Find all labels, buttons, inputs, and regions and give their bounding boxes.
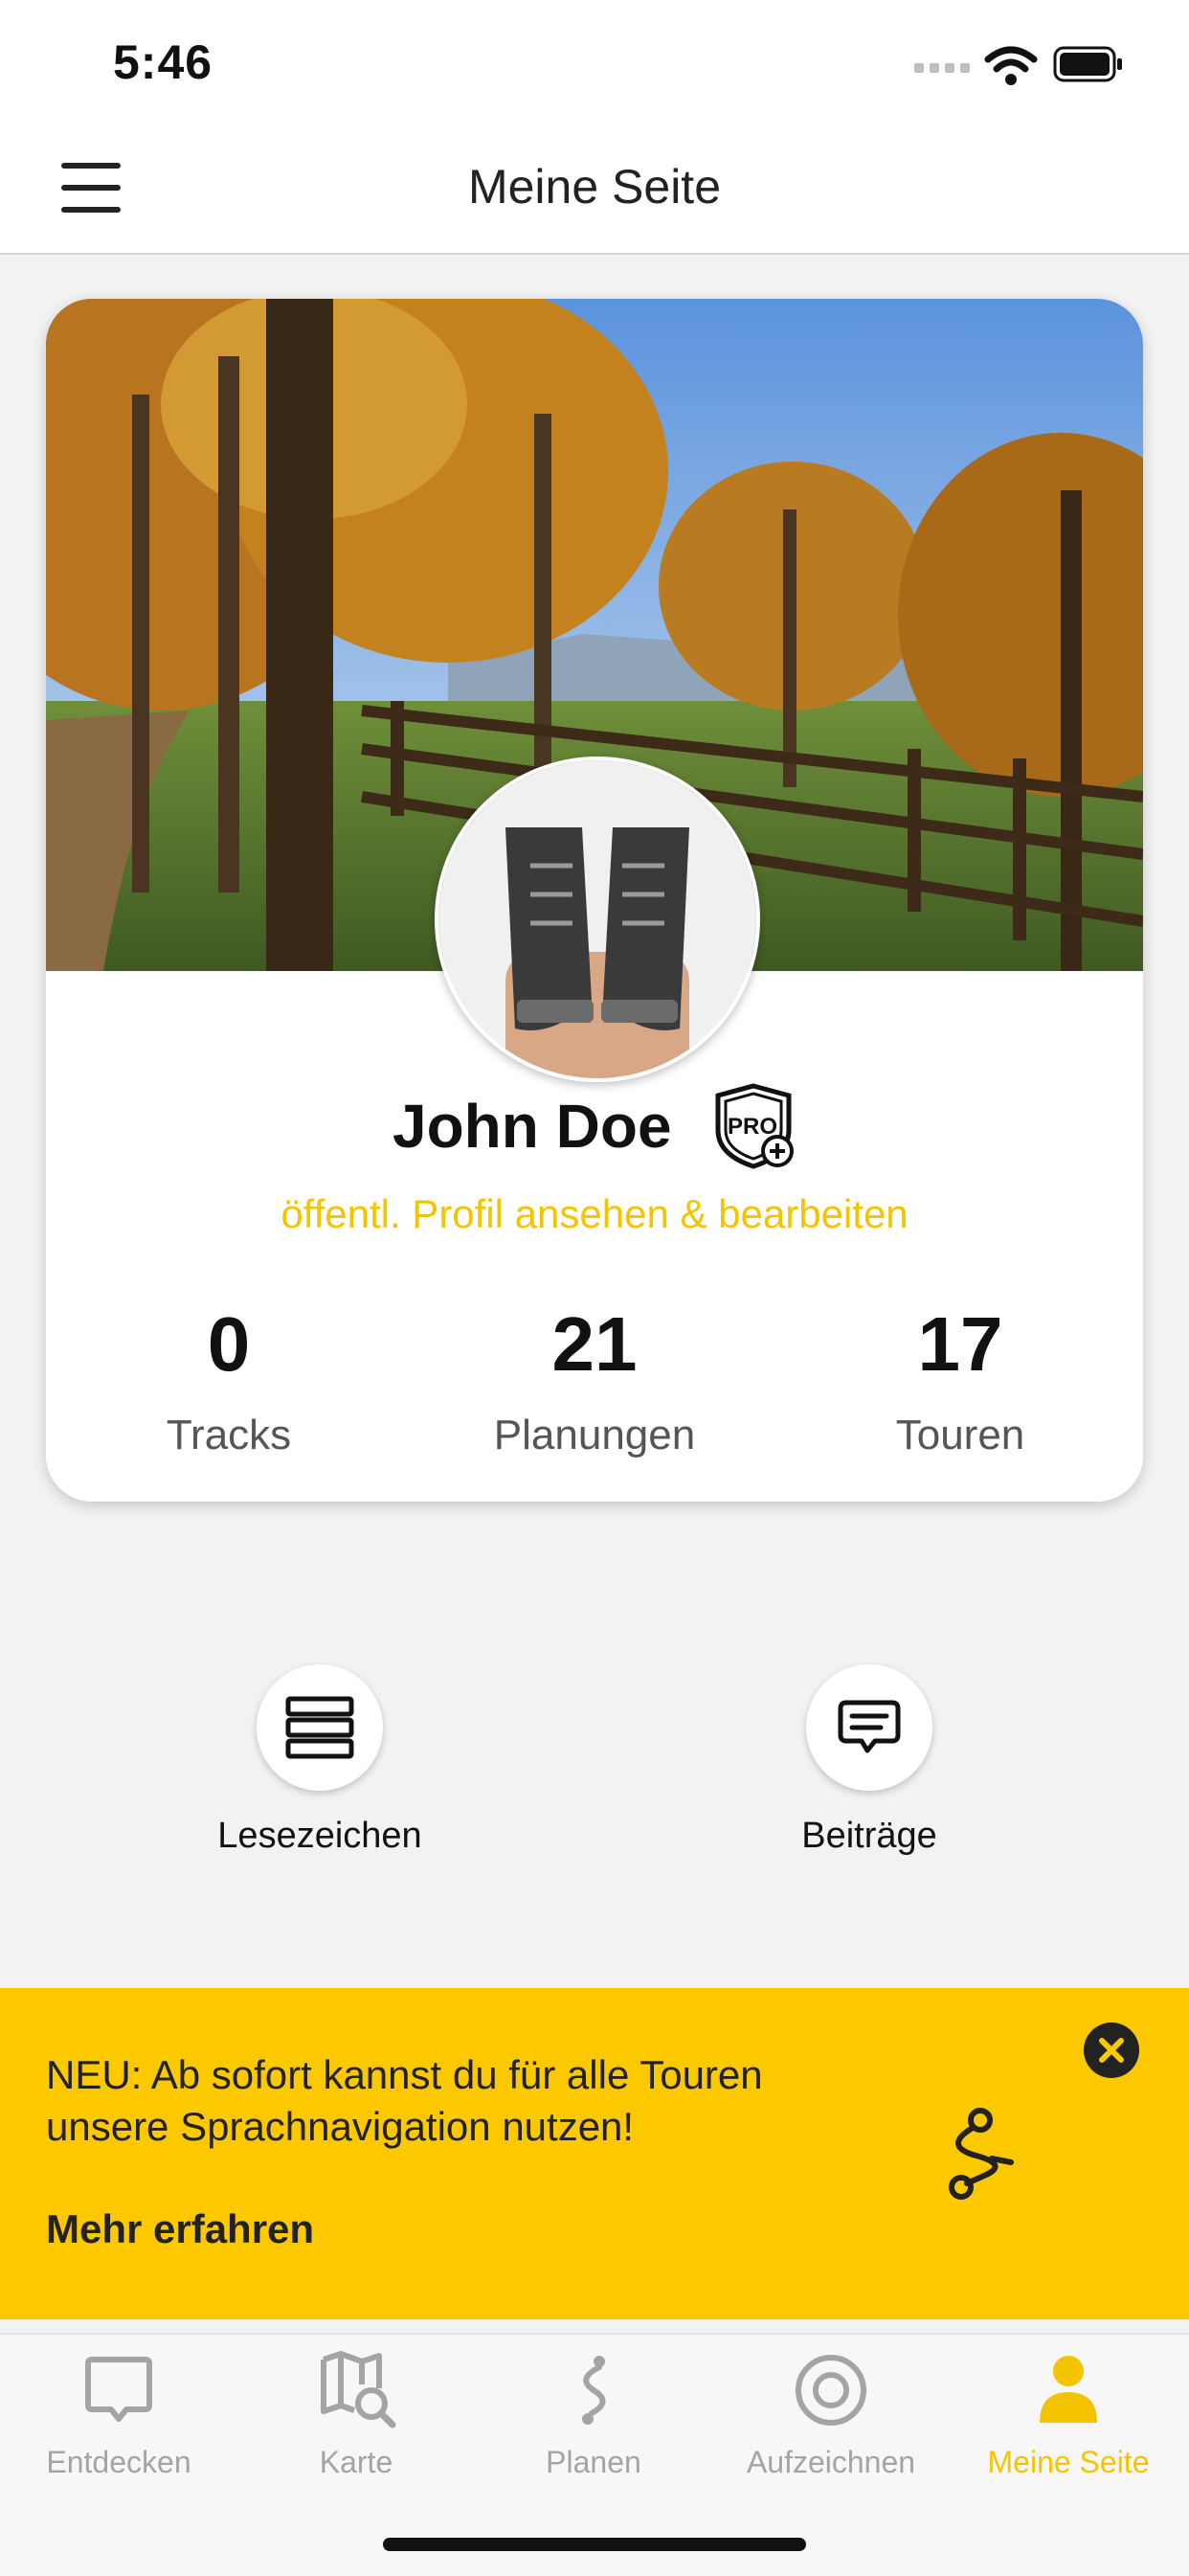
boots-photo [438,760,756,1078]
learn-more-link[interactable]: Mehr erfahren [46,2206,314,2252]
bookmarks-icon-circle [257,1664,383,1791]
battery-icon [1053,46,1122,82]
tab-label: Aufzeichnen [746,2445,916,2479]
voice-navigation-route-icon [949,2108,1014,2200]
page-title: Meine Seite [467,160,722,214]
tab-label: Planen [546,2445,641,2479]
signal-icon [914,57,972,73]
status-bar: 5:46 [0,0,1189,126]
stat-value: 0 [207,1301,251,1387]
news-text: NEU: Ab sofort kannst du für alle Touren… [46,2052,763,2149]
plan-icon [582,2356,606,2425]
view-edit-profile-link[interactable]: öffentl. Profil ansehen & bearbeiten [46,1191,1143,1237]
stat-label: Tracks [166,1412,292,1458]
stat-value: 21 [551,1301,638,1387]
bookmarks-icon [285,1696,354,1759]
close-icon[interactable] [1084,2022,1139,2078]
nav-bar: Meine Seite [0,126,1189,255]
map-icon [321,2351,396,2429]
tab-label: Entdecken [46,2445,191,2479]
discover-icon [85,2357,152,2422]
stat-label: Planungen [493,1412,696,1458]
stat-value: 17 [917,1301,1003,1387]
posts-icon [838,1700,901,1753]
tab-aufzeichnen[interactable]: Aufzeichnen [712,2350,950,2480]
posts-button[interactable]: Beiträge [726,1664,1013,1857]
news-banner: NEU: Ab sofort kannst du für alle Touren… [0,1988,1189,2319]
bookmarks-button[interactable]: Lesezeichen [176,1664,463,1857]
tab-meine-seite[interactable]: Meine Seite [950,2350,1187,2480]
tab-entdecken[interactable]: Entdecken [0,2350,237,2480]
record-icon [796,2355,866,2426]
avatar[interactable] [435,757,760,1082]
wifi-icon [984,46,1038,85]
tab-planen[interactable]: Planen [475,2350,712,2480]
stat-touren[interactable]: 17 Touren [777,1306,1143,1459]
svg-text:PRO: PRO [728,1114,777,1140]
tab-label: Karte [319,2445,393,2479]
stat-planungen[interactable]: 21 Planungen [412,1306,777,1459]
profile-card: John Doe PRO öffentl. Profil ansehen & b… [46,299,1143,1502]
status-time: 5:46 [113,35,213,89]
pro-badge-icon: PRO [715,1083,794,1169]
posts-label: Beiträge [801,1816,937,1856]
stat-tracks[interactable]: 0 Tracks [46,1306,412,1459]
home-indicator [383,2538,806,2551]
posts-icon-circle [806,1664,932,1791]
stat-label: Touren [895,1412,1025,1458]
profile-name: John Doe [392,1092,672,1161]
profile-icon [1040,2356,1097,2423]
tab-label: Meine Seite [987,2445,1150,2479]
tab-karte[interactable]: Karte [237,2350,475,2480]
bookmarks-label: Lesezeichen [217,1816,422,1856]
name-row: John Doe PRO [46,1082,1143,1170]
